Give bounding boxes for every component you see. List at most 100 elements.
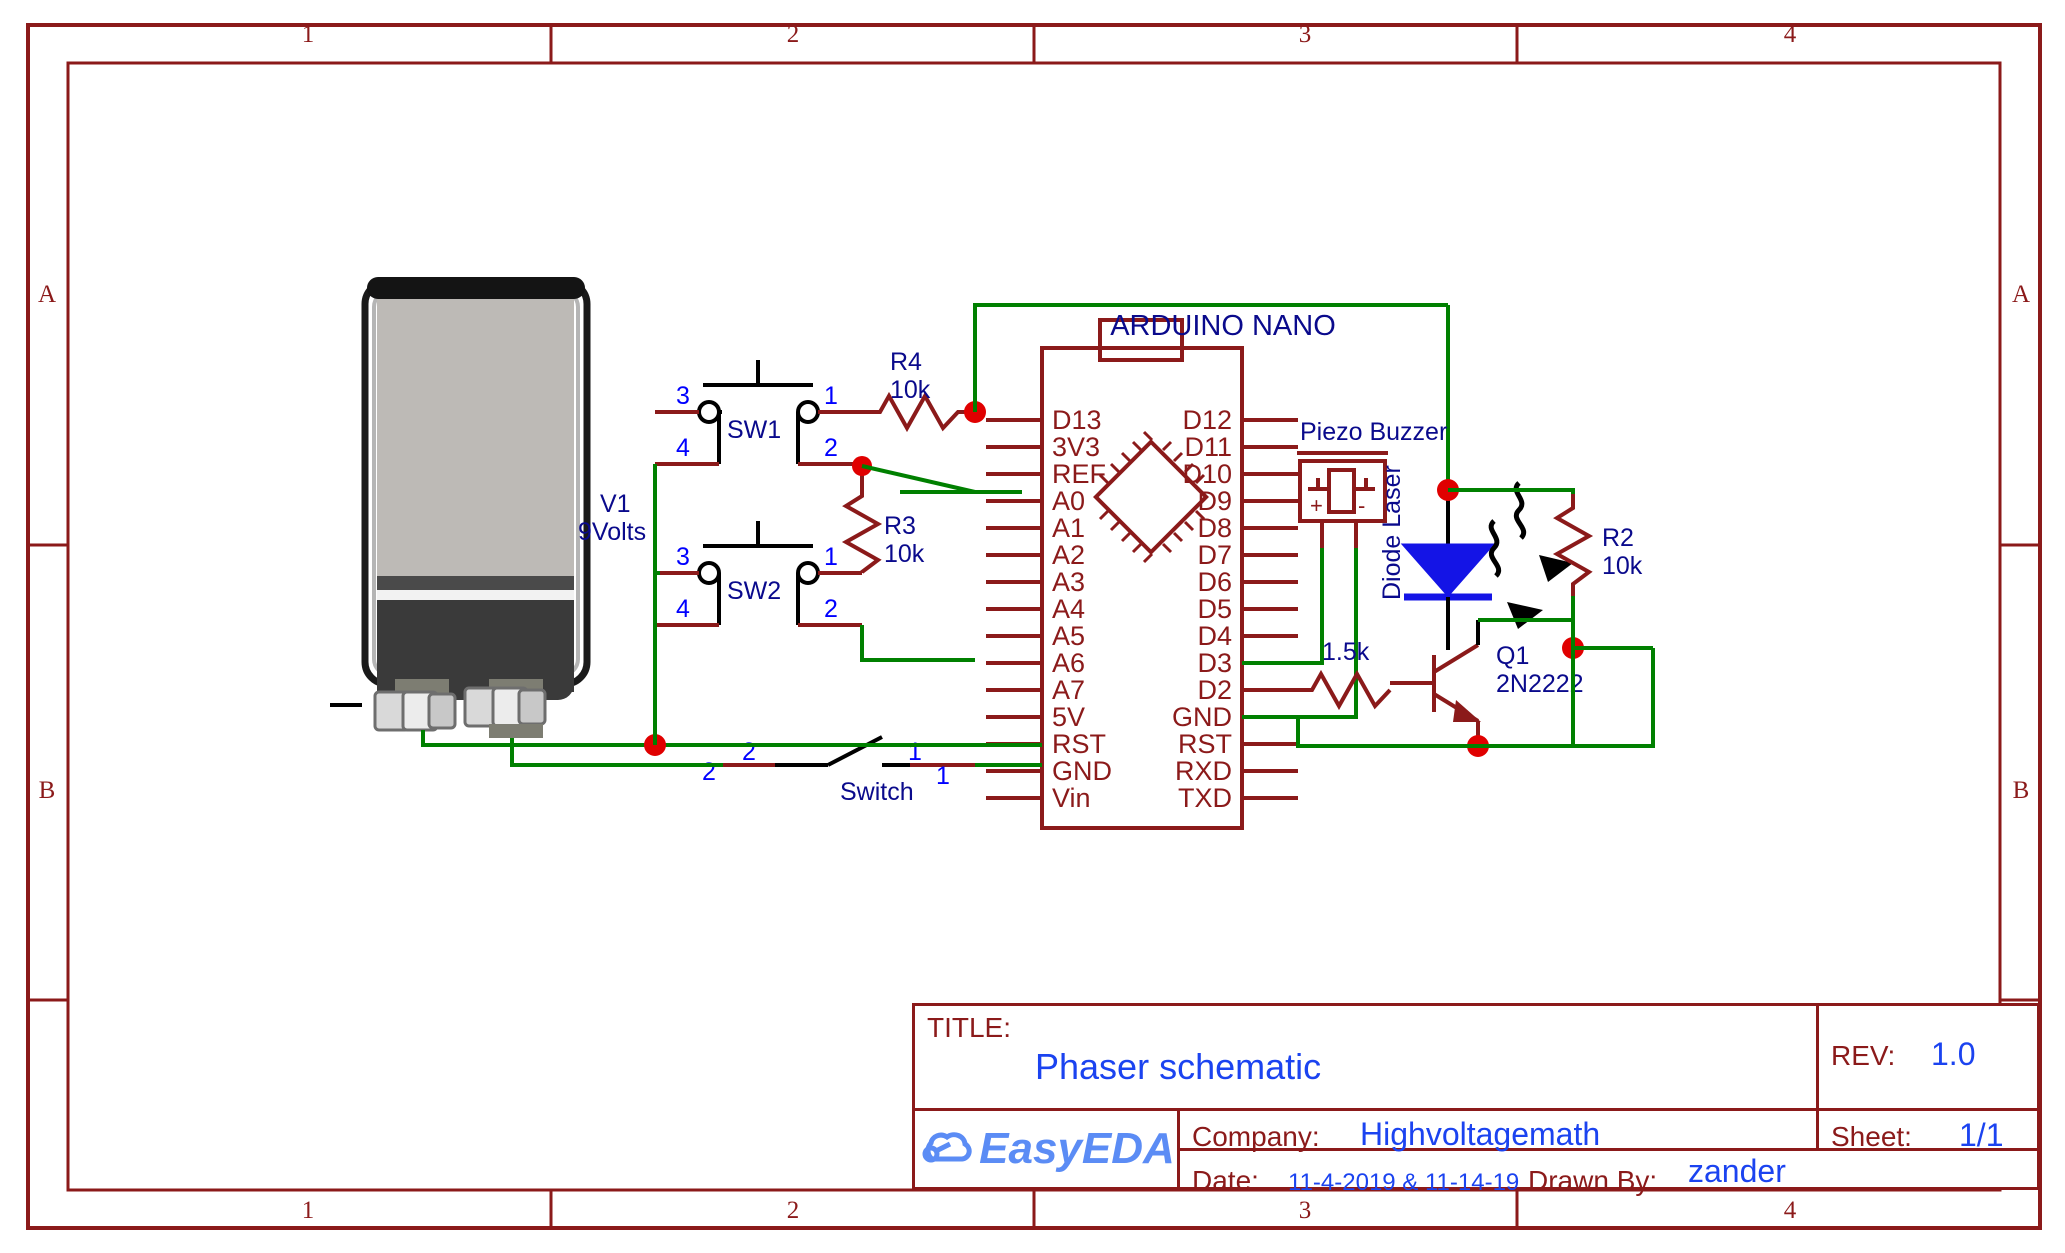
rbase-value-label: 1.5k [1322, 638, 1370, 666]
title-label: TITLE: [927, 1012, 1012, 1043]
company-label: Company: [1192, 1121, 1320, 1152]
r4-ref-label: R4 [890, 348, 922, 376]
company-value: Highvoltagemath [1360, 1116, 1601, 1152]
laser-label: Diode Laser [1378, 465, 1406, 600]
drawn-label: Drawn By: [1528, 1164, 1658, 1196]
sw1-pin-3-label: 3 [676, 382, 690, 410]
date-drawn-cell: Date: 11-4-2019 & 11-14-19 Drawn By: zan… [1180, 1151, 2037, 1196]
sw1-ref-label: SW1 [727, 416, 781, 444]
piezo-buzzer-symbol: + - [1297, 451, 1388, 548]
sw1-pin-2-label: 2 [824, 434, 838, 462]
nano-pin-a3: A3 [1052, 567, 1085, 597]
sw2-ref-label: SW2 [727, 577, 781, 605]
easyeda-logo-text: EasyEDA [979, 1124, 1175, 1173]
sw2-pin-4-label: 4 [676, 595, 690, 623]
nano-pin-d9: D9 [1197, 486, 1232, 516]
nano-right-pins [1242, 418, 1298, 800]
nano-pin-a6: A6 [1052, 648, 1085, 678]
nano-pin-d13: D13 [1052, 405, 1102, 435]
zone-bottom-4: 4 [1784, 1197, 1797, 1224]
switch-pin-left-a: 2 [702, 758, 716, 786]
switch-pin-right-b: 1 [936, 762, 950, 790]
nano-pin-rst-r: RST [1178, 729, 1232, 759]
buzzer-plus-mark: + [1310, 493, 1323, 518]
wire-batt-pos-switch [510, 738, 723, 767]
schematic-sheet: 1 2 3 4 1 2 3 4 A B A B V1 9Volts 3 4 1 … [0, 0, 2065, 1253]
zone-top-2: 2 [787, 21, 800, 48]
nano-pin-d3: D3 [1197, 648, 1232, 678]
nano-pin-vin: Vin [1052, 783, 1091, 813]
nano-title-label: ARDUINO NANO [1110, 310, 1336, 342]
laser-arrow-2 [1507, 602, 1543, 629]
nano-pin-d7: D7 [1197, 540, 1232, 570]
zone-bottom-3: 3 [1299, 1197, 1312, 1224]
nano-pin-3v3: 3V3 [1052, 432, 1100, 462]
title-cell: TITLE: Phaser schematic [915, 1006, 1819, 1108]
rev-label: REV: [1831, 1040, 1896, 1071]
nano-pin-ref: REF [1052, 459, 1106, 489]
switch-pin-right-a: 1 [908, 738, 922, 766]
r4-value-label: 10k [890, 376, 931, 404]
q1-ref-label: Q1 [1496, 642, 1529, 670]
nano-pin-a0: A0 [1052, 486, 1085, 516]
sw1-pin-1-label: 1 [824, 382, 838, 410]
q1-value-label: 2N2222 [1496, 670, 1584, 698]
nano-pin-d2: D2 [1197, 675, 1232, 705]
nano-pin-d10: D10 [1182, 459, 1232, 489]
rev-value: 1.0 [1931, 1036, 1976, 1072]
power-switch-symbol[interactable] [723, 735, 975, 767]
title-block: TITLE: Phaser schematic REV: 1.0 EasyEDA… [912, 1003, 2040, 1196]
nano-pin-a1: A1 [1052, 513, 1085, 543]
nano-pin-a7: A7 [1052, 675, 1085, 705]
nano-pin-gnd-l: GND [1052, 756, 1112, 786]
rev-cell: REV: 1.0 [1819, 1006, 2037, 1108]
buzzer-label: Piezo Buzzer [1300, 418, 1447, 446]
nano-pin-d12: D12 [1182, 405, 1232, 435]
nano-pin-a4: A4 [1052, 594, 1085, 624]
easyeda-cloud-icon [922, 1132, 972, 1163]
nano-pin-d8: D8 [1197, 513, 1232, 543]
logo-cell: EasyEDA [915, 1111, 1180, 1187]
nano-left-pin-labels: D13 3V3 REF A0 A1 A2 A3 A4 A5 A6 A7 5V R… [1052, 405, 1112, 813]
zone-top-4: 4 [1784, 21, 1797, 48]
nano-pin-5v: 5V [1052, 702, 1085, 732]
nano-pin-gnd-r: GND [1172, 702, 1232, 732]
nano-pin-d11: D11 [1184, 432, 1232, 462]
switch-pin-left-b: 2 [742, 738, 756, 766]
switch-label: Switch [840, 778, 914, 806]
wire-node-to-a0 [861, 464, 976, 494]
r3-value-label: 10k [884, 540, 925, 568]
r3-ref-label: R3 [884, 512, 916, 540]
battery-terminal-positive [463, 679, 547, 738]
nano-pin-a5: A5 [1052, 621, 1085, 651]
buzzer-minus-mark: - [1358, 493, 1365, 518]
nano-pin-d4: D4 [1197, 621, 1232, 651]
sw2-pin-1-label: 1 [824, 543, 838, 571]
zone-top-1: 1 [302, 21, 315, 48]
wire-laser-anode-to-r2 [1448, 488, 1575, 494]
resistor-r3 [841, 480, 883, 574]
nano-left-pins [986, 418, 1042, 800]
transistor-q1 [1390, 620, 1481, 746]
battery-ref-label: V1 [600, 490, 631, 518]
sw1-pin-4-label: 4 [676, 434, 690, 462]
laser-beam-icon [1488, 481, 1526, 578]
r2-ref-label: R2 [1602, 524, 1634, 552]
q1-emitter-arrow [1453, 700, 1481, 722]
battery-v1-graphic [330, 277, 591, 738]
r2-value-label: 10k [1602, 552, 1643, 580]
nano-pin-rst-l: RST [1052, 729, 1106, 759]
resistor-r2 [1552, 492, 1594, 596]
nano-pin-rxd: RXD [1175, 756, 1232, 786]
wire-buzzer-to-d3 [1242, 548, 1324, 665]
date-label: Date: [1192, 1164, 1259, 1196]
zone-right-a: A [2012, 281, 2030, 308]
nano-right-pin-labels: D12 D11 D10 D9 D8 D7 D6 D5 D4 D3 D2 GND … [1172, 405, 1232, 813]
title-value: Phaser schematic [1035, 1046, 1322, 1087]
nano-pin-txd: TXD [1178, 783, 1232, 813]
wire-sw2-pin2 [860, 625, 975, 662]
nano-pin-d6: D6 [1197, 567, 1232, 597]
company-cell: Company: Highvoltagemath [1180, 1111, 1819, 1152]
nano-pin-a2: A2 [1052, 540, 1085, 570]
sheet-value: 1/1 [1959, 1117, 2004, 1153]
